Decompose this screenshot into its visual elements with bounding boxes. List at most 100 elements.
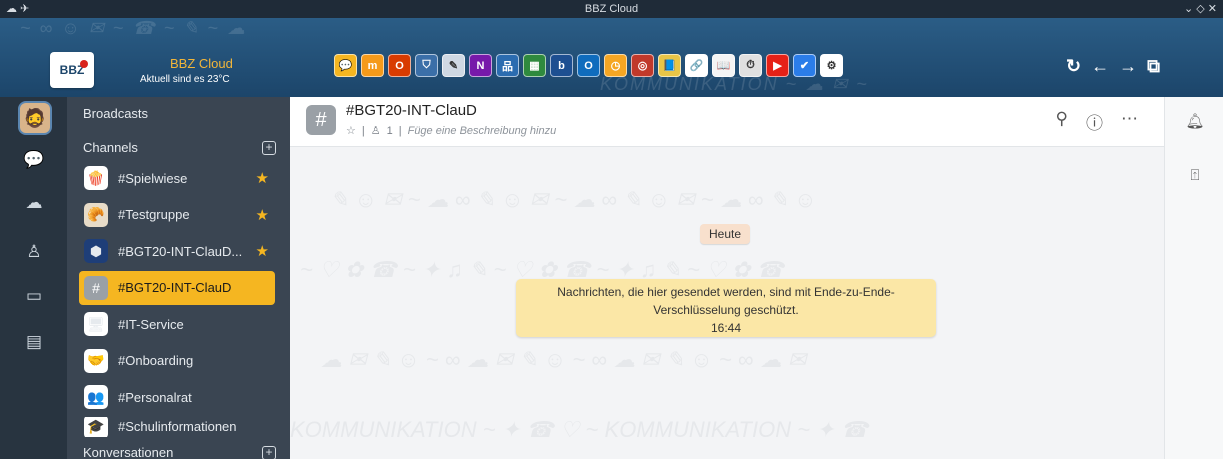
back-icon[interactable]: ←: [1091, 56, 1109, 77]
office-app-icon[interactable]: O: [388, 54, 411, 77]
crest-app-icon[interactable]: ⛉: [415, 54, 438, 77]
onenote-app-icon[interactable]: N: [469, 54, 492, 77]
chat-header: # #BGT20-INT-ClauD ☆ | ♙ 1 | Füge eine B…: [290, 97, 1164, 147]
channel-title[interactable]: #BGT20-INT-ClauD: [346, 102, 477, 119]
channel-avatar: ⬢: [84, 239, 108, 263]
chat-icon[interactable]: 💬: [22, 148, 46, 172]
bbz-logo[interactable]: BBZ: [50, 52, 94, 88]
channel-label: #BGT20-INT-ClauD: [118, 280, 232, 295]
channel-item[interactable]: 🎓 #Schulinformationen: [79, 416, 275, 437]
search-icon[interactable]: ⚲: [1056, 109, 1068, 134]
channel-label: #IT-Service: [118, 316, 184, 332]
nav-rail: 🧔 💬 ☁ ♙ ▭ ▤: [0, 97, 67, 459]
channel-avatar: 👥: [84, 385, 108, 409]
window-title: BBZ Cloud: [584, 3, 639, 15]
network-app-icon[interactable]: 品: [496, 54, 519, 77]
gauge-app-icon[interactable]: ⏱: [739, 54, 762, 77]
clipboard-icon[interactable]: ▤: [22, 330, 46, 354]
background-pattern-4: KOMMUNIKATION ~ ✦ ☎ ♡ ~ KOMMUNIKATION ~ …: [290, 417, 869, 442]
notice-time: 16:44: [710, 321, 742, 335]
channel-label: #Personalrat: [118, 389, 192, 405]
favorite-star-icon[interactable]: ★: [256, 242, 269, 260]
user-avatar[interactable]: 🧔: [18, 101, 52, 135]
channel-item[interactable]: 🤝 #Onboarding: [79, 344, 275, 378]
outlook-app-icon[interactable]: O: [577, 54, 600, 77]
right-rail: 🔔︎ ⍐: [1164, 97, 1223, 459]
favorite-star-icon[interactable]: ☆: [346, 124, 356, 137]
info-icon[interactable]: ⓘ: [1086, 109, 1103, 134]
channel-description[interactable]: Füge eine Beschreibung hinzu: [408, 125, 557, 137]
separator: |: [361, 124, 365, 137]
title-bar: ☁ ✈ BBZ Cloud ⌄ ◇ ✕: [0, 0, 1223, 18]
more-icon[interactable]: ⋯: [1121, 109, 1138, 134]
channel-sidebar: Broadcasts Channels + 🍿 #Spielwiese ★ 🥐 #Tes…: [67, 97, 290, 459]
logo-dot: [80, 60, 88, 68]
channel-label: #Testgruppe: [118, 207, 190, 222]
header-pattern-2: KOMMUNIKATION ~ ☁ ✉ ~: [600, 74, 869, 94]
weather-text: Aktuell sind es 23°C: [140, 74, 230, 85]
conversations-section[interactable]: Konversationen: [83, 445, 173, 459]
chat-app-icon[interactable]: 💬: [334, 54, 357, 77]
window-controls[interactable]: ⌄ ◇ ✕: [1184, 2, 1217, 15]
channel-item[interactable]: # #BGT20-INT-ClauD: [79, 270, 275, 305]
brand-name: BBZ Cloud: [170, 56, 233, 71]
header-pattern: ~ ∞ ☺ ✉ ~ ☎ ~ ✎ ~ ☁: [20, 18, 247, 38]
app-header: ~ ∞ ☺ ✉ ~ ☎ ~ ✎ ~ ☁ KOMMUNIKATION ~ ☁ ✉ …: [0, 18, 1223, 97]
background-pattern-3: ☁ ✉ ✎ ☺ ~ ∞ ☁ ✉ ✎ ☺ ~ ∞ ☁ ✉ ✎ ☺ ~ ∞ ☁ ✉: [320, 347, 807, 372]
header-actions: ⚲ ⓘ ⋯: [1056, 109, 1138, 134]
channel-avatar: 🖥: [84, 312, 108, 336]
notice-line-2: Verschlüsselung geschützt.: [653, 303, 799, 317]
copy-window-icon[interactable]: ⧉: [1147, 56, 1160, 77]
channel-label: #BGT20-INT-ClauD...: [118, 243, 243, 259]
favorite-star-icon[interactable]: ★: [256, 169, 269, 187]
add-channel-icon[interactable]: +: [262, 141, 276, 155]
add-conversation-icon[interactable]: +: [262, 446, 276, 459]
book-app-icon[interactable]: 📘: [658, 54, 681, 77]
channel-avatar: 🎓: [84, 416, 108, 437]
channel-meta: ☆ | ♙ 1 | Füge eine Beschreibung hinzu: [346, 124, 557, 138]
channel-label: #Schulinformationen: [118, 419, 237, 434]
channel-item[interactable]: 🖥 #IT-Service: [79, 307, 275, 341]
channel-avatar: 🍿: [84, 166, 108, 190]
channel-item[interactable]: 👥 #Personalrat: [79, 380, 275, 414]
channel-label: #Spielwiese: [118, 170, 188, 186]
channel-item[interactable]: 🍿 #Spielwiese ★: [79, 161, 275, 195]
channel-avatar: 🤝: [84, 348, 108, 373]
channel-label: #Onboarding: [118, 353, 194, 368]
target-app-icon[interactable]: ◎: [631, 54, 654, 77]
contact-icon[interactable]: ♙: [22, 240, 46, 264]
pencil-app-icon[interactable]: ✎: [442, 54, 465, 77]
chat-panel: ✎ ☺ ✉ ~ ☁ ∞ ✎ ☺ ✉ ~ ☁ ∞ ✎ ☺ ✉ ~ ☁ ∞ ✎ ☺ …: [290, 97, 1164, 459]
app-launcher-bar: 💬 m O ⛉ ✎ N 品 ▦ b O ◷ ◎ 📘 🔗 📖 ⏱ ▶ ✔ ⚙: [334, 54, 843, 77]
broadcasts-section[interactable]: Broadcasts: [83, 106, 148, 121]
background-pattern: ✎ ☺ ✉ ~ ☁ ∞ ✎ ☺ ✉ ~ ☁ ∞ ✎ ☺ ✉ ~ ☁ ∞ ✎ ☺: [330, 187, 817, 212]
notice-line-1: Nachrichten, die hier gesendet werden, s…: [557, 285, 895, 299]
channels-section[interactable]: Channels: [83, 140, 138, 155]
gear-app-icon[interactable]: ⚙: [820, 54, 843, 77]
channel-hash-icon: #: [306, 105, 336, 135]
channel-item[interactable]: ⬢ #BGT20-INT-ClauD... ★: [79, 234, 275, 268]
nav-actions: ↻ ← → ⧉: [1066, 56, 1160, 77]
channel-item[interactable]: 🥐 #Testgruppe ★: [79, 198, 275, 232]
encryption-notice: Nachrichten, die hier gesendet werden, s…: [516, 279, 936, 337]
channel-avatar: #: [84, 275, 108, 300]
pin-board-icon[interactable]: ⍐: [1185, 165, 1205, 185]
calendar-icon[interactable]: ▭: [22, 284, 46, 308]
member-icon[interactable]: ♙: [371, 124, 381, 137]
date-separator: Heute: [700, 224, 751, 244]
reader-app-icon[interactable]: 📖: [712, 54, 735, 77]
youtube-app-icon[interactable]: ▶: [766, 54, 789, 77]
bbb-app-icon[interactable]: b: [550, 54, 573, 77]
check-app-icon[interactable]: ✔: [793, 54, 816, 77]
member-count[interactable]: 1: [387, 125, 393, 137]
clock-app-icon[interactable]: ◷: [604, 54, 627, 77]
cloud-icon[interactable]: ☁: [22, 191, 46, 215]
link-app-icon[interactable]: 🔗: [685, 54, 708, 77]
reload-icon[interactable]: ↻: [1066, 56, 1081, 77]
favorite-star-icon[interactable]: ★: [256, 206, 269, 224]
separator-2: |: [398, 124, 402, 137]
forward-icon[interactable]: →: [1119, 56, 1137, 77]
board-app-icon[interactable]: ▦: [523, 54, 546, 77]
bell-icon[interactable]: 🔔︎: [1185, 111, 1205, 131]
moodle-app-icon[interactable]: m: [361, 54, 384, 77]
